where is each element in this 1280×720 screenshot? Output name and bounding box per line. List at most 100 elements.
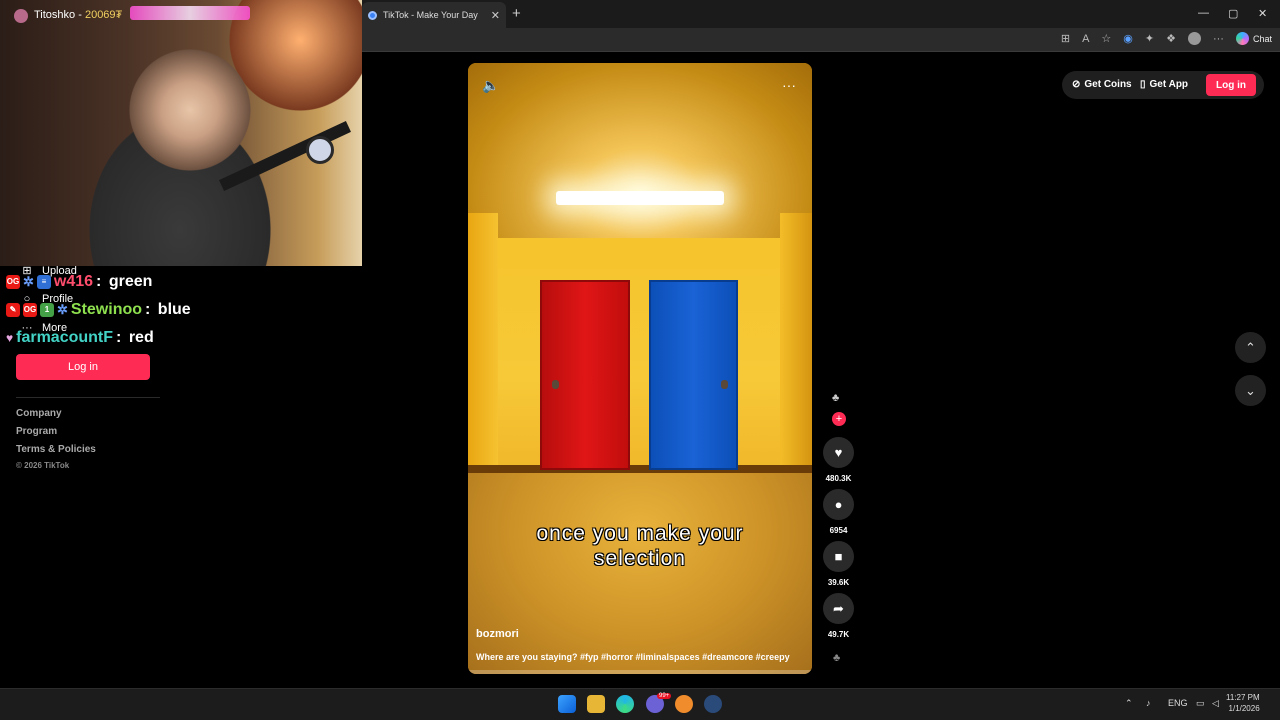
close-window-button[interactable]: ✕ — [1258, 7, 1267, 20]
app-icon[interactable] — [675, 695, 693, 713]
streamer-points: 20069₮ — [84, 9, 123, 21]
edge-browser-icon[interactable] — [616, 695, 634, 713]
blue-door — [649, 280, 738, 470]
windows-start-icon[interactable] — [558, 695, 576, 713]
streamer-label: Titoshko - 20069₮ — [34, 9, 123, 21]
comment-count: 6954 — [829, 526, 848, 535]
tab-close-icon[interactable]: ✕ — [491, 9, 500, 22]
footer-link-program[interactable]: Program — [16, 426, 57, 437]
creator-avatar-icon[interactable]: ♣ — [832, 392, 839, 404]
copilot-chat-button[interactable]: Chat — [1235, 32, 1272, 45]
browser-tab[interactable]: TikTok - Make Your Day ✕ — [362, 2, 506, 28]
extension-icon[interactable]: ◉ — [1123, 32, 1133, 45]
like-button[interactable]: ♥ — [823, 437, 854, 468]
mic-icon[interactable]: ♪ — [1146, 698, 1151, 708]
microphone — [306, 136, 334, 164]
windows-taskbar — [0, 688, 1280, 720]
get-app-button[interactable]: ▯ Get App — [1140, 79, 1188, 90]
share-icon: ➦ — [833, 600, 844, 616]
read-aloud-icon[interactable]: A — [1082, 33, 1089, 45]
red-door — [540, 280, 630, 470]
new-tab-button[interactable]: + — [512, 5, 521, 22]
badge-icon: OG — [23, 303, 37, 317]
chevron-up-icon: ⌃ — [1245, 339, 1256, 355]
led-light — [130, 6, 250, 20]
tiktok-favicon-icon — [368, 10, 377, 20]
tray-overflow-icon[interactable]: ⌃ — [1125, 698, 1133, 709]
heart-icon: ♥ — [834, 445, 843, 460]
browser-toolbar: ⊞ A ☆ ◉ ✦ ❖ ··· Chat — [1061, 32, 1272, 45]
footer-link-company[interactable]: Company — [16, 408, 62, 419]
get-coins-label: Get Coins — [1084, 79, 1132, 90]
puzzle-icon[interactable]: ✦ — [1145, 32, 1154, 45]
footer-link-terms[interactable]: Terms & Policies — [16, 444, 96, 455]
streamer-name: Titoshko — [34, 9, 76, 21]
star-icon: ✲ — [57, 302, 68, 317]
ceiling-lamp — [556, 191, 724, 205]
comment-icon: ● — [834, 497, 843, 512]
save-count: 39.6K — [827, 578, 850, 587]
apps-icon[interactable]: ⊞ — [1061, 32, 1070, 45]
network-icon[interactable]: ▭ — [1196, 698, 1205, 709]
copilot-icon — [1235, 32, 1249, 45]
chat-username: w416 — [53, 273, 94, 290]
video-caption: once you make your selection — [468, 521, 812, 571]
webcam-overlay: Titoshko - 20069₮ — [0, 0, 362, 266]
chevron-down-icon: ⌄ — [1245, 382, 1256, 398]
flag-icon: ≡ — [36, 275, 51, 289]
next-video-button[interactable]: ⌄ — [1235, 375, 1266, 406]
chat-username: Stewinoo — [70, 301, 143, 318]
like-count: 480.3K — [825, 474, 852, 483]
coin-icon: ⊘ — [1072, 79, 1081, 90]
music-disc-icon[interactable]: ♣ — [833, 652, 840, 664]
get-coins-button[interactable]: ⊘ Get Coins — [1072, 79, 1132, 90]
more-icon[interactable]: ··· — [1213, 33, 1224, 45]
video-progress-bar[interactable] — [468, 670, 812, 674]
ceiling — [468, 63, 812, 238]
profile-icon[interactable] — [1187, 32, 1201, 45]
chat-text: blue — [157, 301, 191, 318]
video-author[interactable]: bozmori — [476, 628, 519, 640]
chat-text: green — [108, 273, 153, 290]
left-wall — [468, 213, 498, 483]
top-login-button[interactable]: Log in — [1206, 74, 1256, 96]
chat-label: Chat — [1252, 33, 1272, 44]
chat-message: OG ✲ ≡ w416 : green — [6, 273, 153, 290]
chat-message: ✎ OG 1 ✲ Stewinoo : blue — [6, 301, 191, 319]
copyright: © 2026 TikTok — [16, 461, 70, 470]
get-app-label: Get App — [1149, 79, 1189, 90]
tab-title: TikTok - Make Your Day — [383, 10, 478, 20]
favorite-icon[interactable]: ☆ — [1101, 32, 1111, 45]
star-icon: ✲ — [23, 274, 34, 289]
share-button[interactable]: ➦ — [823, 593, 854, 624]
phone-icon: ▯ — [1140, 79, 1146, 90]
caption-line: selection — [594, 547, 686, 570]
follow-button[interactable]: + — [832, 412, 846, 426]
minimize-button[interactable]: — — [1198, 7, 1209, 19]
maximize-button[interactable]: ▢ — [1228, 7, 1238, 20]
volume-tray-icon[interactable]: ◁ — [1212, 698, 1219, 709]
badge-icon: OG — [6, 275, 20, 289]
language-indicator[interactable]: ENG — [1168, 698, 1188, 708]
chat-text: red — [128, 329, 154, 346]
divider — [16, 397, 160, 398]
collections-icon[interactable]: ❖ — [1166, 32, 1176, 45]
streamer-avatar — [14, 9, 28, 23]
right-wall — [780, 213, 812, 483]
video-more-icon[interactable]: ··· — [782, 77, 796, 93]
save-button[interactable]: ■ — [823, 541, 854, 572]
volume-icon[interactable]: 🔈 — [482, 77, 499, 94]
pin-icon: ✎ — [6, 303, 20, 317]
comment-button[interactable]: ● — [823, 489, 854, 520]
previous-video-button[interactable]: ⌃ — [1235, 332, 1266, 363]
video-player[interactable]: once you make your selection 🔈 ··· bozmo… — [468, 63, 812, 674]
file-explorer-icon[interactable] — [587, 695, 605, 713]
clock-time: 11:27 PM — [1226, 693, 1260, 702]
steam-icon[interactable] — [704, 695, 722, 713]
notification-badge: 99+ — [657, 693, 672, 699]
system-clock[interactable]: 11:27 PM 1/1/2026 — [1226, 692, 1260, 714]
sidebar-login-button[interactable]: Log in — [16, 354, 150, 380]
shield-badge-icon: ♥ — [6, 331, 14, 345]
chat-username: farmacountF — [16, 329, 114, 346]
baseboard — [468, 465, 812, 473]
